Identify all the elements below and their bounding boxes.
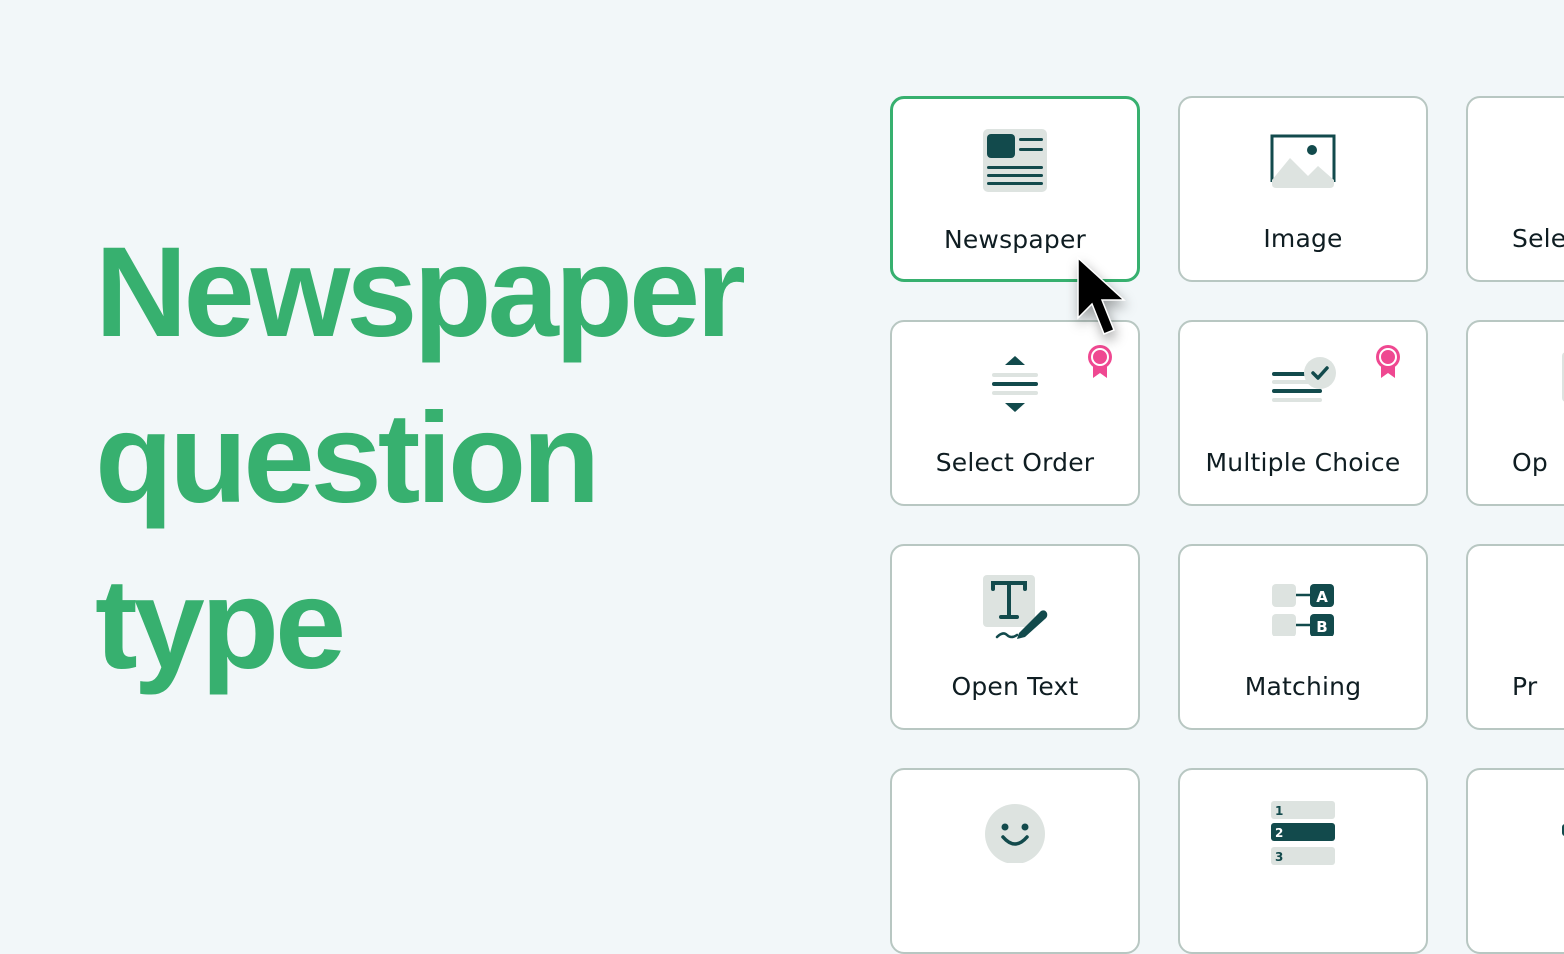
multiple-choice-icon xyxy=(1268,352,1338,416)
question-type-label: Pr xyxy=(1512,672,1538,701)
question-type-select[interactable]: Sele xyxy=(1466,96,1564,282)
question-type-label: Sele xyxy=(1512,224,1564,253)
rank-3: 3 xyxy=(1275,850,1283,864)
question-type-partial-op[interactable]: Op xyxy=(1466,320,1564,506)
matching-letter-a: A xyxy=(1316,588,1328,606)
ranking-icon: 1 2 3 xyxy=(1268,800,1338,865)
question-type-multiple-choice[interactable]: Multiple Choice xyxy=(1178,320,1428,506)
question-type-grid: Newspaper Image Sele Select Order Multip… xyxy=(0,0,1564,954)
premium-badge-icon xyxy=(1086,344,1114,380)
question-type-select-order[interactable]: Select Order xyxy=(890,320,1140,506)
question-type-partial-ranking[interactable] xyxy=(1466,768,1564,954)
question-type-matching[interactable]: A B Matching xyxy=(1178,544,1428,730)
question-type-label: Multiple Choice xyxy=(1205,448,1401,477)
question-type-label: Select Order xyxy=(935,448,1095,477)
smiley-icon xyxy=(980,800,1050,864)
question-type-ranking[interactable]: 1 2 3 xyxy=(1178,768,1428,954)
question-type-label: Open Text xyxy=(951,672,1079,701)
rank-2: 2 xyxy=(1275,826,1283,840)
question-type-image[interactable]: Image xyxy=(1178,96,1428,282)
question-type-label: Newspaper xyxy=(943,225,1087,254)
rank-1: 1 xyxy=(1275,804,1283,818)
question-type-label: Op xyxy=(1512,448,1548,477)
question-type-rating[interactable] xyxy=(890,768,1140,954)
image-icon xyxy=(1268,128,1338,192)
matching-icon: A B xyxy=(1268,576,1338,640)
select-order-icon xyxy=(980,352,1050,416)
question-type-partial-pr[interactable]: Pr xyxy=(1466,544,1564,730)
mouse-pointer-icon xyxy=(1076,256,1132,340)
open-text-icon xyxy=(980,575,1050,640)
matching-letter-b: B xyxy=(1316,618,1327,636)
question-type-label: Image xyxy=(1263,224,1343,253)
premium-badge-icon xyxy=(1374,344,1402,380)
question-type-open-text[interactable]: Open Text xyxy=(890,544,1140,730)
question-type-label: Matching xyxy=(1244,672,1362,701)
question-type-newspaper[interactable]: Newspaper xyxy=(890,96,1140,282)
newspaper-icon xyxy=(980,129,1050,193)
